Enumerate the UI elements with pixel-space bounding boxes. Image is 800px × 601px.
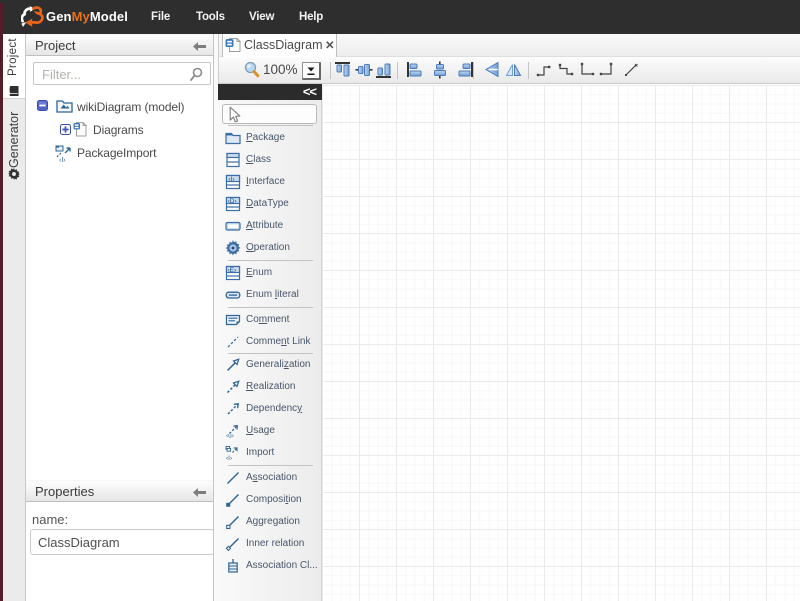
svg-text:‹u›: ‹u› [226, 433, 234, 440]
svg-text:‹I›: ‹I› [228, 176, 234, 183]
svg-text:‹I›: ‹I› [226, 455, 232, 461]
svg-text:‹I›: ‹I› [59, 157, 66, 163]
svg-text:‹E›: ‹E› [228, 267, 237, 274]
svg-text:‹D›: ‹D› [228, 198, 237, 205]
